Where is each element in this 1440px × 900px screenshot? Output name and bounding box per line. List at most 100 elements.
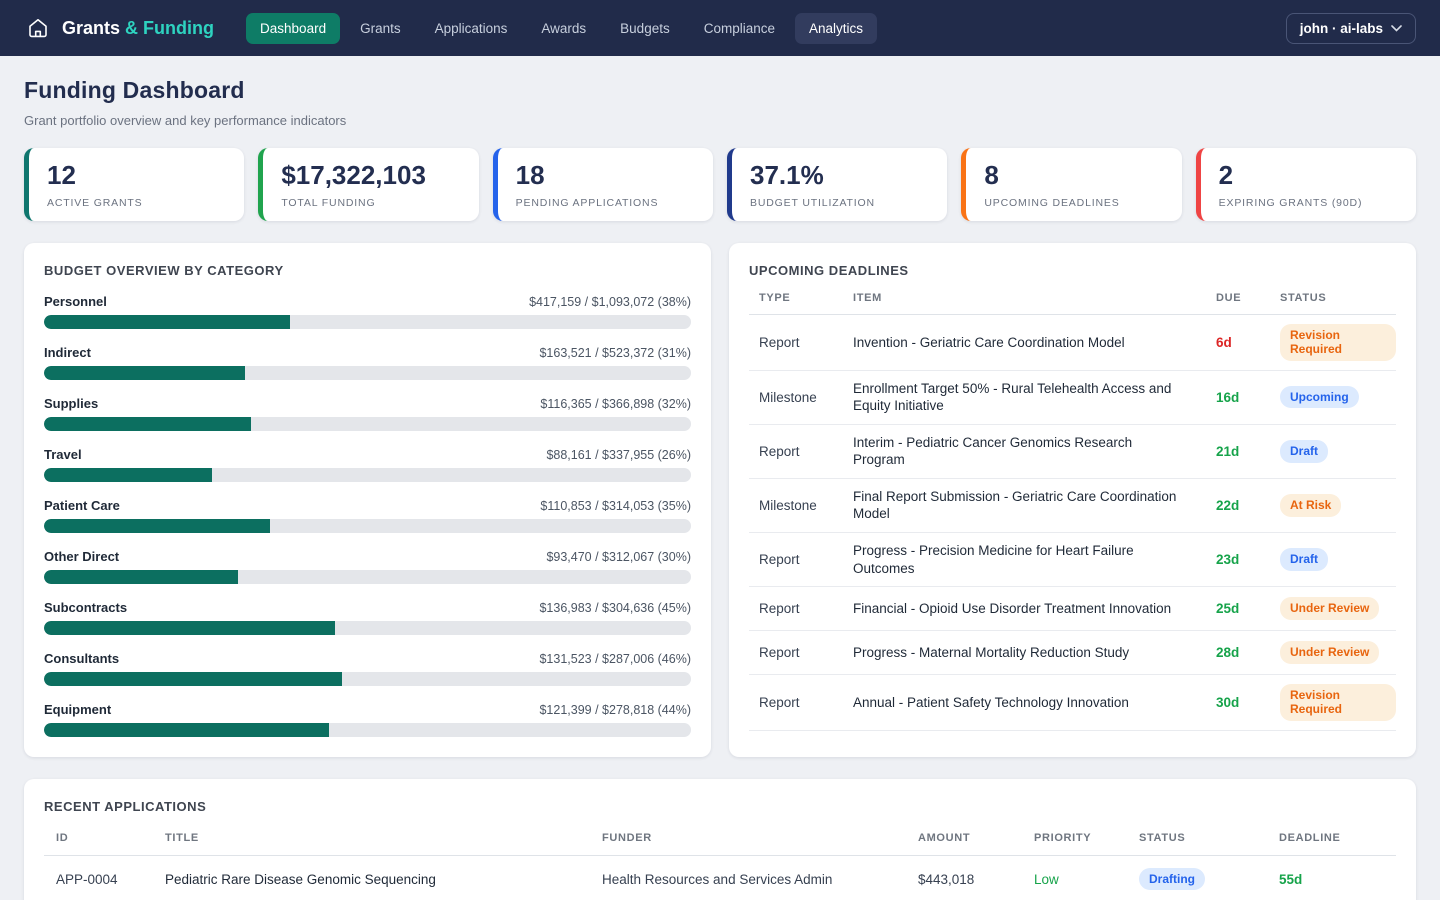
applications-table-header: IDTITLEFUNDERAMOUNTPRIORITYSTATUSDEADLIN… — [44, 832, 1396, 856]
deadline-row[interactable]: Report Invention - Geriatric Care Coordin… — [749, 315, 1396, 371]
budget-category-value: $116,365 / $366,898 (32%) — [540, 397, 691, 411]
deadline-type: Report — [749, 552, 835, 567]
deadline-item: Progress - Maternal Mortality Reduction … — [843, 644, 1198, 662]
brand-part1: Grants — [62, 18, 120, 38]
applications-col-amount: AMOUNT — [906, 832, 1022, 855]
budget-progress-fill — [44, 417, 251, 431]
deadlines-table-header: TYPEITEMDUESTATUS — [749, 292, 1396, 315]
kpi-value: $17,322,103 — [281, 161, 460, 191]
budget-category-row: Patient Care $110,853 / $314,053 (35%) — [44, 498, 691, 533]
budget-category-row: Other Direct$93,470 / $312,067 (30%) — [44, 549, 691, 584]
applications-panel-title: RECENT APPLICATIONS — [44, 799, 1396, 814]
deadline-item: Enrollment Target 50% - Rural Telehealth… — [843, 380, 1198, 415]
kpi-card-pending-applications: 18PENDING APPLICATIONS — [493, 148, 713, 221]
nav-item-budgets[interactable]: Budgets — [606, 13, 684, 44]
application-title: Pediatric Rare Disease Genomic Sequencin… — [153, 872, 590, 887]
kpi-card-active-grants: 12 ACTIVE GRANTS — [24, 148, 244, 221]
deadline-item: Invention - Geriatric Care Coordination … — [843, 334, 1198, 352]
budget-category-label: Personnel — [44, 294, 107, 309]
application-funder: Health Resources and Services Admin — [590, 872, 906, 887]
home-button[interactable] — [24, 14, 52, 42]
budget-category-value: $163,521 / $523,372 (31%) — [539, 346, 691, 360]
kpi-label: TOTAL FUNDING — [281, 197, 460, 209]
deadline-type: Milestone — [749, 498, 835, 513]
application-row[interactable]: APP-0004Pediatric Rare Disease Genomic S… — [44, 856, 1396, 900]
deadline-row[interactable]: ReportInterim - Pediatric Cancer Genomic… — [749, 425, 1396, 479]
nav-item-dashboard[interactable]: Dashboard — [246, 13, 340, 44]
deadline-type: Report — [749, 335, 835, 350]
kpi-label: BUDGET UTILIZATION — [750, 197, 929, 209]
application-amount: $443,018 — [906, 872, 1022, 887]
deadline-row[interactable]: ReportFinancial - Opioid Use Disorder Tr… — [749, 587, 1396, 631]
applications-col-funder: FUNDER — [590, 832, 906, 855]
kpi-card-upcoming-deadlines: 8UPCOMING DEADLINES — [961, 148, 1181, 221]
budget-category-label: Consultants — [44, 651, 119, 666]
brand-part2: & Funding — [125, 18, 214, 38]
kpi-value: 12 — [47, 161, 226, 191]
kpi-label: ACTIVE GRANTS — [47, 197, 226, 209]
budget-category-value: $131,523 / $287,006 (46%) — [539, 652, 691, 666]
applications-table-body: APP-0004Pediatric Rare Disease Genomic S… — [44, 856, 1396, 900]
budget-category-row: Indirect$163,521 / $523,372 (31%) — [44, 345, 691, 380]
main-content: Funding Dashboard Grant portfolio overvi… — [0, 56, 1440, 900]
budget-progress-fill — [44, 570, 238, 584]
deadline-due: 30d — [1206, 695, 1262, 710]
status-badge: Under Review — [1280, 597, 1379, 619]
deadline-due: 22d — [1206, 498, 1262, 513]
status-badge: At Risk — [1280, 494, 1341, 516]
nav-item-analytics[interactable]: Analytics — [795, 13, 877, 44]
panels-row: BUDGET OVERVIEW BY CATEGORY Personnel $41… — [24, 243, 1416, 757]
budget-panel-title: BUDGET OVERVIEW BY CATEGORY — [44, 263, 691, 278]
user-menu[interactable]: john · ai-labs — [1286, 13, 1416, 44]
deadline-row[interactable]: Report Progress - Precision Medicine for … — [749, 533, 1396, 587]
budget-category-label: Patient Care — [44, 498, 120, 513]
deadline-row[interactable]: ReportAnnual - Patient Safety Technology… — [749, 675, 1396, 731]
kpi-card-expiring-grants-90d: 2EXPIRING GRANTS (90D) — [1196, 148, 1416, 221]
budget-category-label: Equipment — [44, 702, 111, 717]
budget-category-value: $110,853 / $314,053 (35%) — [540, 499, 691, 513]
recent-applications-panel: RECENT APPLICATIONS IDTITLEFUNDERAMOUNTP… — [24, 779, 1416, 900]
nav-item-applications[interactable]: Applications — [421, 13, 522, 44]
nav-item-compliance[interactable]: Compliance — [690, 13, 789, 44]
deadline-type: Milestone — [749, 390, 835, 405]
upcoming-deadlines-panel: UPCOMING DEADLINES TYPEITEMDUESTATUS Rep… — [729, 243, 1416, 757]
budget-category-value: $88,161 / $337,955 (26%) — [546, 448, 691, 462]
deadlines-col-status: STATUS — [1270, 292, 1396, 314]
kpi-label: UPCOMING DEADLINES — [984, 197, 1163, 209]
deadline-row[interactable]: Milestone Enrollment Target 50% - Rural T… — [749, 371, 1396, 425]
deadline-item: Financial - Opioid Use Disorder Treatmen… — [843, 600, 1198, 618]
applications-col-id: ID — [44, 832, 153, 855]
budget-progress-track — [44, 468, 691, 482]
application-priority: Low — [1022, 872, 1127, 887]
status-badge: Drafting — [1139, 868, 1205, 890]
budget-progress-fill — [44, 468, 212, 482]
deadline-row[interactable]: ReportProgress - Maternal Mortality Redu… — [749, 631, 1396, 675]
page-subtitle: Grant portfolio overview and key perform… — [24, 113, 1416, 128]
budget-progress-track — [44, 672, 691, 686]
kpi-card-total-funding: $17,322,103 TOTAL FUNDING — [258, 148, 478, 221]
budget-category-label: Travel — [44, 447, 82, 462]
budget-progress-fill — [44, 315, 290, 329]
budget-category-value: $417,159 / $1,093,072 (38%) — [529, 295, 691, 309]
deadline-item: Annual - Patient Safety Technology Innov… — [843, 694, 1198, 712]
deadline-item: Progress - Precision Medicine for Heart … — [843, 542, 1198, 577]
budget-category-label: Supplies — [44, 396, 98, 411]
budget-progress-track — [44, 723, 691, 737]
status-badge: Revision Required — [1280, 684, 1396, 721]
nav-item-awards[interactable]: Awards — [527, 13, 600, 44]
deadline-item: Interim - Pediatric Cancer Genomics Rese… — [843, 434, 1198, 469]
applications-col-priority: PRIORITY — [1022, 832, 1127, 855]
kpi-label: PENDING APPLICATIONS — [516, 197, 695, 209]
budget-progress-track — [44, 417, 691, 431]
deadline-row[interactable]: MilestoneFinal Report Submission - Geria… — [749, 479, 1396, 533]
budget-category-list: Personnel $417,159 / $1,093,072 (38%) Indi… — [44, 294, 691, 737]
nav-item-grants[interactable]: Grants — [346, 13, 415, 44]
deadlines-col-due: DUE — [1206, 292, 1262, 314]
budget-progress-fill — [44, 723, 329, 737]
navbar: Grants & Funding DashboardGrantsApplicat… — [0, 0, 1440, 56]
kpi-card-budget-utilization: 37.1%BUDGET UTILIZATION — [727, 148, 947, 221]
deadlines-col-item: ITEM — [843, 292, 1198, 314]
application-id: APP-0004 — [44, 872, 153, 887]
status-badge: Draft — [1280, 548, 1328, 570]
kpi-value: 2 — [1219, 161, 1398, 191]
